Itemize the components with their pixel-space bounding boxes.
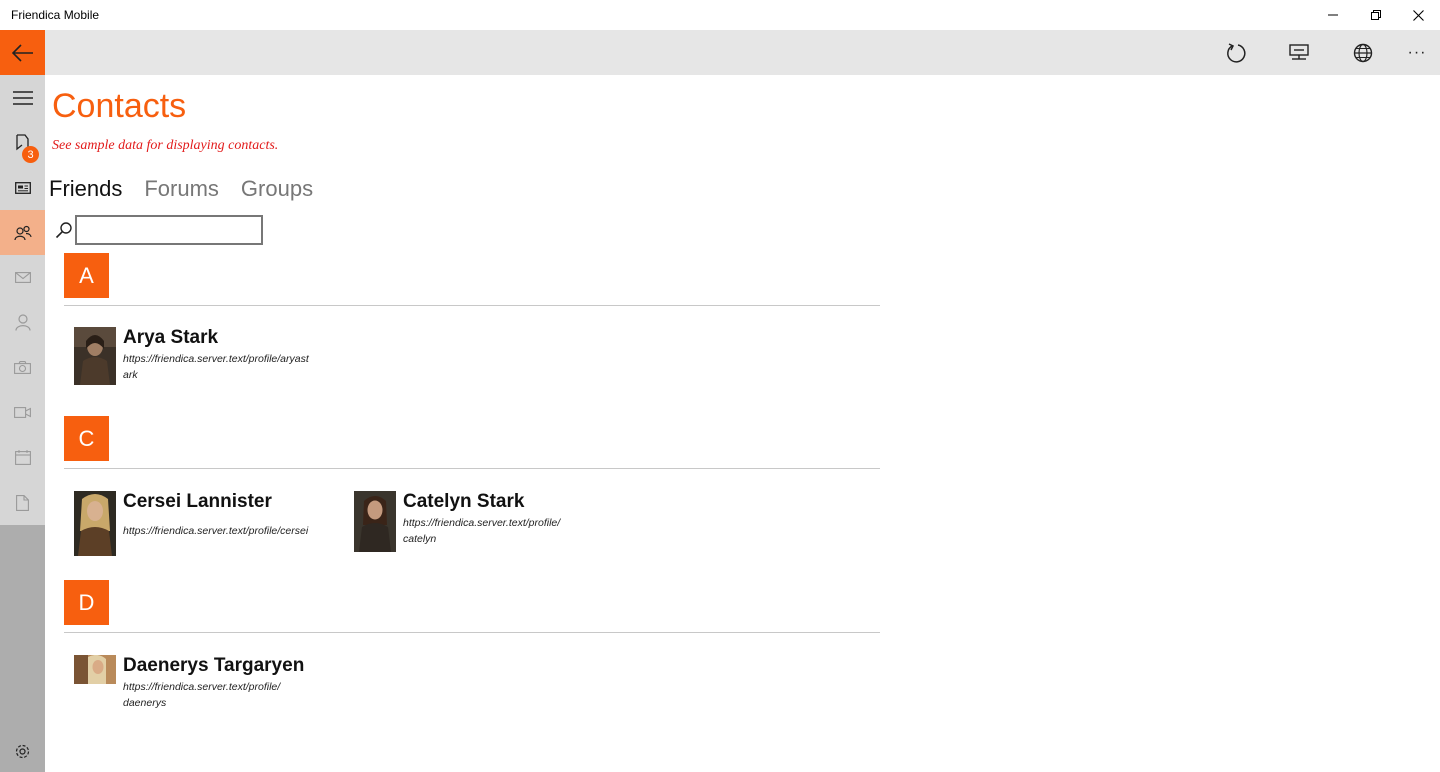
more-button[interactable]: ··· bbox=[1395, 30, 1439, 75]
restore-button[interactable] bbox=[1353, 0, 1399, 30]
tab-forums[interactable]: Forums bbox=[144, 176, 219, 202]
sidebar-item-notifications[interactable]: 3 bbox=[0, 120, 45, 165]
search-icon bbox=[55, 222, 72, 239]
group-divider bbox=[64, 632, 880, 633]
mail-icon bbox=[14, 272, 31, 283]
sidebar-item-documents[interactable] bbox=[0, 480, 45, 525]
sidebar-item-contacts[interactable] bbox=[0, 210, 45, 255]
contact-photo bbox=[74, 491, 116, 556]
pivot-tabs: Friends Forums Groups bbox=[49, 176, 313, 202]
profile-icon bbox=[14, 314, 31, 331]
contact-url: https://friendica.server.text/profile/ar… bbox=[123, 353, 309, 381]
contact-name: Cersei Lannister bbox=[123, 491, 272, 512]
notifications-badge: 3 bbox=[22, 146, 39, 163]
page-title: Contacts bbox=[52, 87, 187, 125]
minimize-icon bbox=[1328, 14, 1338, 16]
page-subtitle: See sample data for displaying contacts. bbox=[52, 138, 279, 153]
contact-name: Arya Stark bbox=[123, 327, 219, 348]
search-input[interactable] bbox=[75, 215, 263, 245]
minimize-button[interactable] bbox=[1310, 0, 1356, 30]
contact-daenerys-targaryen[interactable]: Daenerys Targaryen https://friendica.ser… bbox=[74, 655, 344, 721]
sidebar-item-calendar[interactable] bbox=[0, 435, 45, 480]
back-button[interactable] bbox=[0, 30, 45, 75]
refresh-button[interactable] bbox=[1214, 30, 1258, 75]
calendar-icon bbox=[14, 450, 31, 465]
group-divider bbox=[64, 468, 880, 469]
camera-icon bbox=[14, 361, 31, 374]
settings-button[interactable] bbox=[0, 730, 45, 772]
command-bar: ··· bbox=[45, 30, 1440, 75]
group-divider bbox=[64, 305, 880, 306]
contact-url: https://friendica.server.text/profile/da… bbox=[123, 681, 281, 709]
hamburger-icon bbox=[12, 90, 33, 105]
hamburger-menu-button[interactable] bbox=[0, 75, 45, 120]
globe-button[interactable] bbox=[1341, 30, 1385, 75]
back-arrow-icon bbox=[11, 43, 33, 62]
tab-friends[interactable]: Friends bbox=[49, 176, 122, 202]
close-button[interactable] bbox=[1395, 0, 1440, 30]
contact-photo bbox=[74, 327, 116, 385]
group-header-d[interactable]: D bbox=[64, 580, 109, 625]
contact-name: Daenerys Targaryen bbox=[123, 655, 305, 676]
contact-catelyn-stark[interactable]: Catelyn Stark https://friendica.server.t… bbox=[354, 491, 624, 557]
restore-icon bbox=[1371, 10, 1381, 20]
contact-name: Catelyn Stark bbox=[403, 491, 525, 512]
navigation-pane: 3 bbox=[0, 75, 45, 772]
sidebar-item-videos[interactable] bbox=[0, 390, 45, 435]
device-icon bbox=[1289, 43, 1309, 60]
contact-photo bbox=[354, 491, 396, 552]
tab-groups[interactable]: Groups bbox=[241, 176, 313, 202]
gear-icon bbox=[15, 744, 30, 758]
title-bar: Friendica Mobile bbox=[0, 0, 1440, 30]
document-icon bbox=[16, 494, 29, 511]
contact-url: https://friendica.server.text/profile/ce… bbox=[123, 525, 309, 537]
sidebar-item-messages[interactable] bbox=[0, 255, 45, 300]
refresh-icon bbox=[1227, 42, 1246, 63]
device-button[interactable] bbox=[1277, 30, 1321, 75]
contact-url: https://friendica.server.text/profile/ca… bbox=[403, 517, 561, 545]
close-icon bbox=[1412, 9, 1424, 21]
group-header-c[interactable]: C bbox=[64, 416, 109, 461]
sidebar-item-photos[interactable] bbox=[0, 345, 45, 390]
contacts-icon bbox=[13, 225, 32, 240]
group-header-a[interactable]: A bbox=[64, 253, 109, 298]
contact-photo bbox=[74, 655, 116, 684]
sidebar-item-profile[interactable] bbox=[0, 300, 45, 345]
news-icon bbox=[14, 181, 31, 194]
video-icon bbox=[14, 407, 31, 418]
contact-cersei-lannister[interactable]: Cersei Lannister https://friendica.serve… bbox=[74, 491, 344, 557]
contact-arya-stark[interactable]: Arya Stark https://friendica.server.text… bbox=[74, 327, 344, 393]
globe-icon bbox=[1353, 43, 1373, 62]
window-title: Friendica Mobile bbox=[11, 8, 100, 22]
sidebar-item-news[interactable] bbox=[0, 165, 45, 210]
